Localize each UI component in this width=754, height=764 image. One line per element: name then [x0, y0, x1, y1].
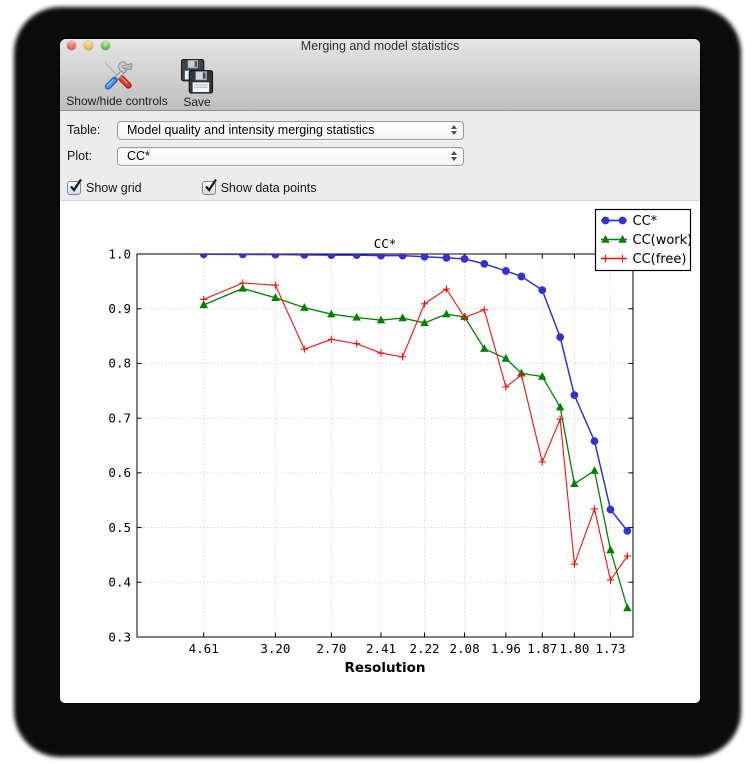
axis-ticks [137, 253, 633, 638]
svg-text:0.5: 0.5 [108, 520, 131, 535]
show-grid-label: Show grid [86, 181, 142, 195]
show-hide-controls-label: Show/hide controls [66, 94, 168, 108]
traffic-lights [66, 40, 111, 50]
show-hide-controls-button[interactable]: Show/hide controls [61, 58, 173, 109]
checkmark-icon [70, 178, 82, 192]
svg-text:0.8: 0.8 [108, 356, 131, 371]
svg-text:CC*: CC* [374, 236, 397, 251]
show-data-points-checkbox[interactable] [201, 178, 217, 195]
series-CC(work) [199, 283, 632, 612]
svg-text:0.9: 0.9 [108, 301, 131, 316]
table-select-value: Model quality and intensity merging stat… [127, 123, 375, 137]
window-title: Merging and model statistics [300, 39, 460, 53]
figure-svg: 4.61 3.20 2.70 2.41 2.22 2.08 1.96 1.87 1.80 1.73… [108, 208, 693, 676]
save-label: Save [183, 95, 211, 109]
stepper-arrows-icon [451, 150, 457, 161]
svg-text:1.80: 1.80 [559, 641, 589, 656]
series-CC(free) [200, 279, 631, 584]
show-data-points-label: Show data points [220, 181, 317, 195]
table-label: Table: [67, 123, 101, 137]
svg-text:0.4: 0.4 [108, 575, 131, 590]
plot-select-value: CC* [127, 149, 150, 163]
plot-label: Plot: [67, 149, 93, 163]
controls-panel: Table: Model quality and intensity mergi… [60, 111, 700, 201]
svg-text:0.7: 0.7 [108, 410, 131, 425]
y-tick-labels: 0.3 0.4 0.5 0.6 0.7 0.8 0.9 1.0 [108, 246, 131, 644]
figure-panel: 4.61 3.20 2.70 2.41 2.22 2.08 1.96 1.87 1.80 1.73… [60, 201, 700, 703]
svg-text:CC(free): CC(free) [633, 252, 687, 267]
svg-text:1.0: 1.0 [108, 246, 131, 261]
legend: CC* CC(work) CC(free) [594, 208, 693, 272]
checkbox-row: Show grid Show data points [67, 178, 317, 196]
svg-text:1.87: 1.87 [527, 641, 557, 656]
series-CC* [199, 254, 632, 535]
svg-text:2.08: 2.08 [450, 641, 480, 656]
save-button[interactable]: Save [173, 58, 221, 109]
plot-select[interactable]: CC* [117, 147, 464, 166]
stepper-arrows-icon [451, 124, 457, 135]
svg-text:CC(work): CC(work) [633, 233, 693, 248]
svg-text:3.20: 3.20 [260, 641, 290, 656]
tools-icon [100, 58, 134, 94]
close-button[interactable] [66, 40, 76, 50]
titlebar-toolbar: Merging and model statistics Show/hide c… [60, 39, 700, 111]
checkmark-icon [204, 178, 217, 192]
zoom-button[interactable] [101, 40, 111, 50]
svg-text:4.61: 4.61 [189, 641, 219, 656]
svg-text:Resolution: Resolution [344, 660, 425, 676]
svg-text:1.96: 1.96 [491, 641, 521, 656]
axes-frame [136, 253, 634, 638]
x-tick-labels: 4.61 3.20 2.70 2.41 2.22 2.08 1.96 1.87 1.80 1.73 [189, 641, 626, 656]
save-icon [178, 58, 216, 95]
svg-text:2.41: 2.41 [366, 641, 396, 656]
svg-text:2.22: 2.22 [409, 641, 439, 656]
minimize-button[interactable] [83, 40, 93, 50]
show-grid-checkbox[interactable] [67, 178, 82, 195]
x-axis-label: Resolution [344, 660, 425, 676]
svg-text:0.6: 0.6 [108, 465, 131, 480]
grid [137, 254, 633, 637]
app-window: Merging and model statistics Show/hide c… [60, 39, 700, 703]
svg-text:CC*: CC* [633, 214, 658, 229]
svg-text:2.70: 2.70 [316, 641, 346, 656]
svg-text:1.73: 1.73 [595, 641, 625, 656]
plot-title: CC* [374, 236, 397, 251]
table-select[interactable]: Model quality and intensity merging stat… [117, 121, 464, 140]
svg-text:0.3: 0.3 [108, 629, 131, 644]
